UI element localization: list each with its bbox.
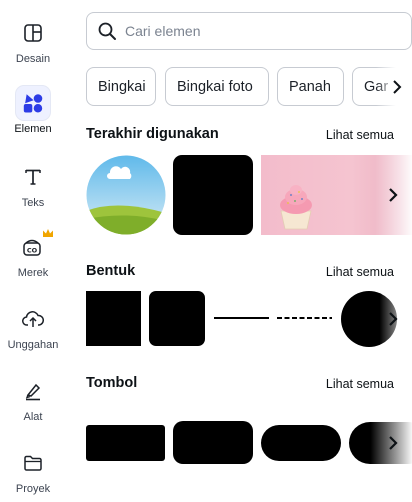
recent-item-rounded-square[interactable] (173, 155, 253, 235)
sidebar-item-label: Teks (21, 197, 45, 209)
sidebar-item-label: Merek (17, 267, 49, 279)
chip-bingkai[interactable]: Bingkai (86, 67, 156, 106)
sidebar-item-elemen[interactable]: Elemen (0, 80, 66, 142)
chevron-right-icon (389, 436, 398, 450)
svg-text:CO: CO (27, 247, 38, 255)
chip-bingkai-foto[interactable]: Bingkai foto (165, 67, 269, 106)
search-icon (98, 22, 116, 40)
see-all-buttons-link[interactable]: Lihat semua (326, 377, 394, 391)
see-all-recent-link[interactable]: Lihat semua (326, 128, 394, 142)
sidebar-item-label: Desain (15, 53, 51, 65)
sidebar-item-proyek[interactable]: Proyek (0, 440, 66, 502)
button-rounded[interactable] (173, 421, 253, 464)
sidebar-item-label: Alat (23, 411, 43, 423)
search-box[interactable] (86, 12, 412, 50)
chip-panah[interactable]: Panah (277, 67, 344, 106)
chevron-right-icon (389, 312, 398, 326)
button-pill[interactable] (261, 425, 341, 461)
sidebar-item-unggahan[interactable]: Unggahan (0, 296, 66, 358)
shapes-icon (16, 86, 50, 120)
sidebar-item-merek[interactable]: CO Merek (0, 224, 66, 286)
section-title-shapes: Bentuk (86, 263, 136, 279)
button-rectangle[interactable] (86, 425, 165, 461)
chevron-right-icon[interactable] (390, 79, 404, 95)
scroll-right-recent-button[interactable] (381, 183, 405, 207)
search-input[interactable] (125, 23, 385, 39)
shape-square[interactable] (86, 291, 141, 346)
sidebar: Desain Elemen Teks CO Merek Unggahan Ala… (0, 0, 68, 502)
category-chips: Bingkai Bingkai foto Panah Gar (86, 67, 412, 107)
folder-icon (16, 446, 50, 480)
recent-item-landscape-circle[interactable] (86, 155, 166, 235)
pen-tool-icon (16, 374, 50, 408)
sidebar-item-label: Elemen (14, 123, 52, 135)
shape-rounded-square[interactable] (149, 291, 205, 346)
shape-line[interactable] (214, 317, 269, 319)
scroll-right-buttons-button[interactable] (381, 431, 405, 455)
layout-icon (16, 16, 50, 50)
sidebar-item-alat[interactable]: Alat (0, 368, 66, 430)
text-icon (16, 160, 50, 194)
section-title-recent: Terakhir digunakan (86, 126, 219, 142)
section-title-buttons: Tombol (86, 375, 138, 391)
sidebar-item-label: Proyek (15, 483, 51, 495)
sidebar-item-label: Unggahan (7, 339, 59, 351)
crown-icon (43, 229, 53, 237)
brand-icon: CO (16, 229, 53, 264)
cloud-upload-icon (16, 302, 50, 336)
sidebar-item-teks[interactable]: Teks (0, 154, 66, 216)
chevron-right-icon (389, 188, 398, 202)
scroll-right-shapes-button[interactable] (381, 307, 405, 331)
shape-dashed-line[interactable] (277, 316, 332, 320)
sidebar-item-desain[interactable]: Desain (0, 10, 66, 72)
see-all-shapes-link[interactable]: Lihat semua (326, 265, 394, 279)
